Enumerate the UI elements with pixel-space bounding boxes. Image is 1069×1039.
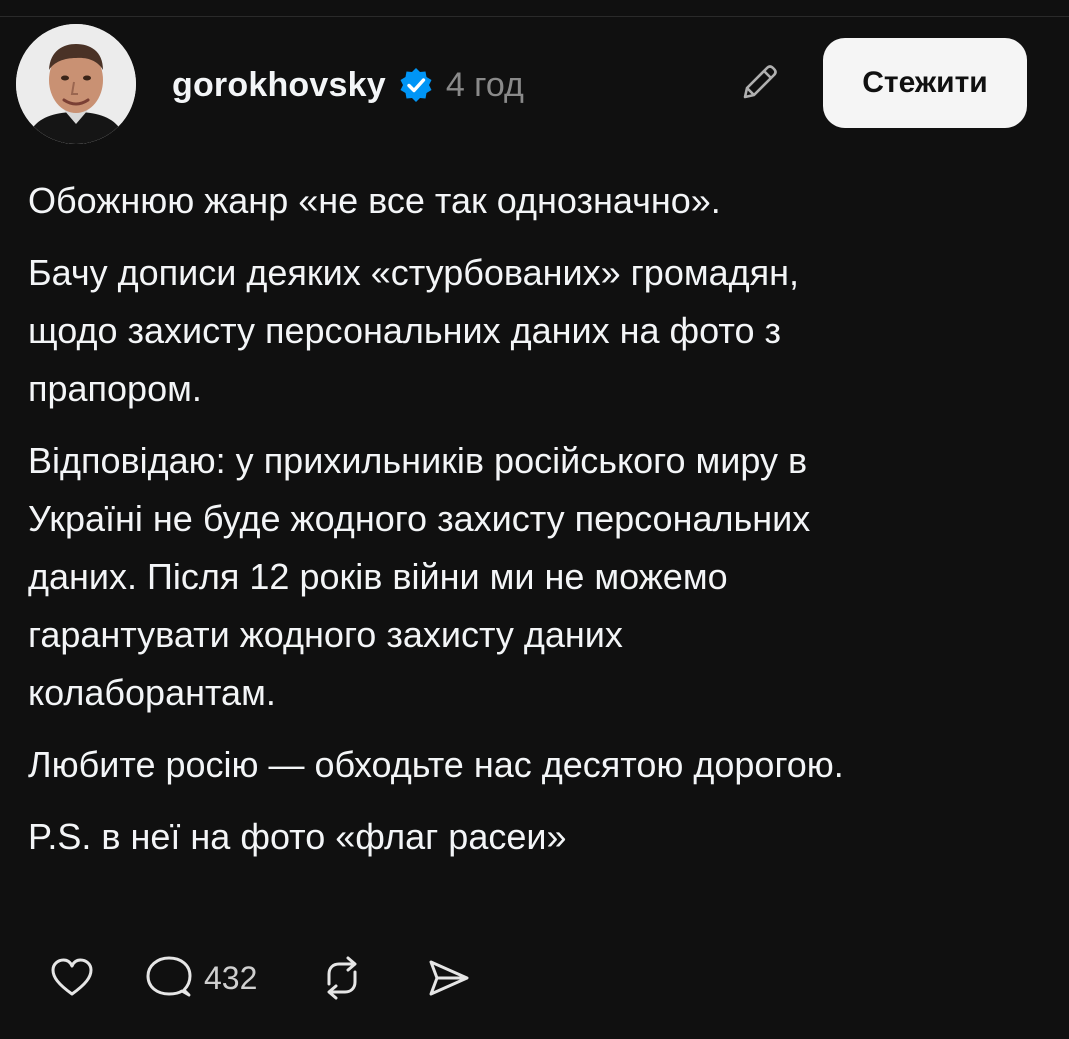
- avatar[interactable]: [16, 24, 136, 144]
- verified-badge-icon: [398, 67, 434, 103]
- send-icon[interactable]: [423, 954, 473, 1002]
- post-paragraph: P.S. в неї на фото «флаг расеи»: [28, 808, 1048, 866]
- post-text-line: колаборантам.: [28, 672, 276, 713]
- post-text-line: Бачу дописи деяких «стурбованих» громадя…: [28, 252, 799, 293]
- post-text-line: прапором.: [28, 368, 202, 409]
- post-body: Обожнюю жанр «не все так однозначно». Бач…: [28, 172, 1048, 880]
- post-text-line: Україні не буде жодного захисту персонал…: [28, 498, 811, 539]
- post-text-line: Відповідаю: у прихильників російського м…: [28, 440, 808, 481]
- follow-button[interactable]: Стежити: [823, 38, 1027, 128]
- comment-count: 432: [204, 959, 258, 996]
- avatar-portrait: [16, 24, 136, 144]
- comment-button[interactable]: 432: [144, 954, 257, 1002]
- top-divider: [0, 16, 1069, 17]
- post-text-line: Любите росію — обходьте нас десятою доро…: [28, 744, 844, 785]
- post-paragraph: Любите росію — обходьте нас десятою доро…: [28, 736, 1048, 794]
- post-header: gorokhovsky 4 год: [172, 60, 524, 110]
- post-text-line: щодо захисту персональних даних на фото …: [28, 310, 782, 351]
- post-paragraph: Відповідаю: у прихильників російського м…: [28, 432, 1048, 722]
- heart-icon[interactable]: [48, 954, 96, 1002]
- post-text-line: даних. Після 12 років війни ми не можемо: [28, 556, 728, 597]
- post-text-line: гарантувати жодного захисту даних: [28, 614, 623, 655]
- author-username[interactable]: gorokhovsky: [172, 66, 386, 105]
- post-timestamp: 4 год: [445, 65, 524, 104]
- post-text-line: Обожнюю жанр «не все так однозначно».: [28, 180, 721, 221]
- post-paragraph: Обожнюю жанр «не все так однозначно».: [28, 172, 1048, 230]
- pencil-icon[interactable]: [736, 58, 784, 106]
- post-text-line: P.S. в неї на фото «флаг расеи»: [28, 816, 567, 857]
- comment-icon: [144, 954, 194, 1002]
- repost-icon[interactable]: [317, 954, 367, 1002]
- post-paragraph: Бачу дописи деяких «стурбованих» громадя…: [28, 244, 1048, 418]
- post-actions: 432: [48, 948, 473, 1008]
